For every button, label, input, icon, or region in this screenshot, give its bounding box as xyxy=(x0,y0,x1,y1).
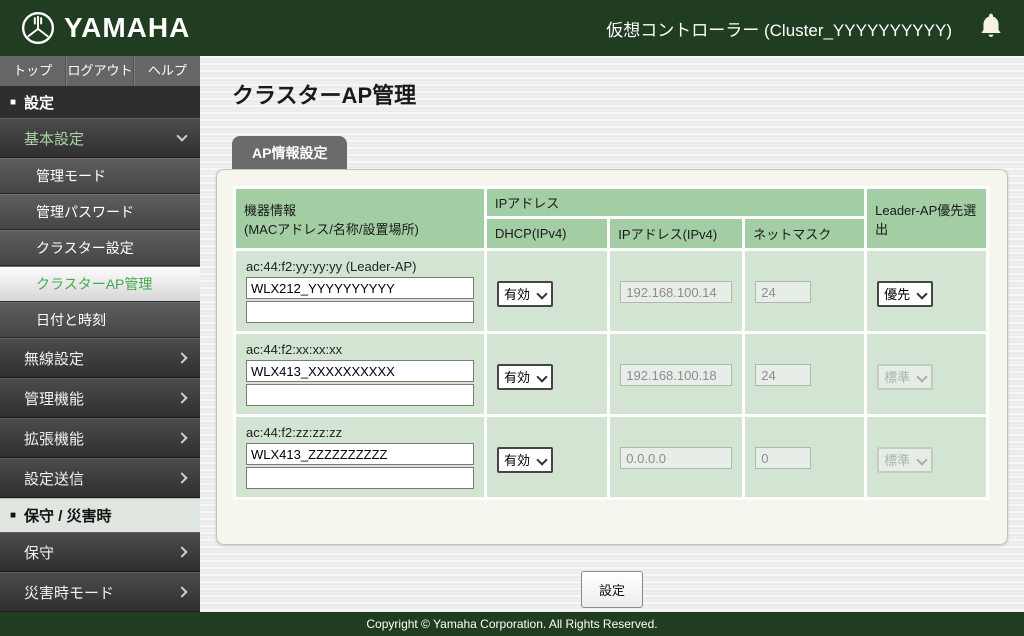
chevron-right-icon xyxy=(176,546,187,557)
ap-mac-label: ac:44:f2:yy:yy:yy (Leader-AP) xyxy=(246,259,474,274)
sidebar-item-management-functions[interactable]: 管理機能 xyxy=(0,378,200,418)
page-title: クラスターAP管理 xyxy=(232,78,1008,110)
ip-address-input-2 xyxy=(620,447,732,469)
netmask-input-2 xyxy=(755,447,811,469)
ap-location-input-2[interactable] xyxy=(246,467,474,489)
ap-location-input-0[interactable] xyxy=(246,301,474,323)
app-header: YAMAHA 仮想コントローラー (Cluster_YYYYYYYYYY) xyxy=(0,0,1024,56)
copyright-text: Copyright © Yamaha Corporation. All Righ… xyxy=(366,617,657,631)
chevron-right-icon xyxy=(176,586,187,597)
ap-table-row: ac:44:f2:yy:yy:yy (Leader-AP) 有効 xyxy=(235,250,988,333)
sidebar-item-wireless-settings[interactable]: 無線設定 xyxy=(0,338,200,378)
ap-table: 機器情報 (MACアドレス/名称/設置場所) IPアドレス Leader-AP優… xyxy=(233,186,989,500)
submit-button[interactable]: 設定 xyxy=(581,571,643,608)
sidebar: トップ ログアウト ヘルプ ■ 設定 基本設定 管理モード 管理パスワード クラ… xyxy=(0,56,200,612)
chevron-right-icon xyxy=(176,432,187,443)
sidebar-section-maintenance-disaster: ■ 保守 / 災害時 xyxy=(0,498,200,532)
leader-priority-select-1: 標準 xyxy=(877,364,933,390)
ap-mac-label: ac:44:f2:zz:zz:zz xyxy=(246,425,474,440)
col-header-netmask: ネットマスク xyxy=(744,218,866,250)
ap-info-panel: 機器情報 (MACアドレス/名称/設置場所) IPアドレス Leader-AP優… xyxy=(216,169,1008,545)
sidebar-item-config-send[interactable]: 設定送信 xyxy=(0,458,200,498)
sidebar-item-date-time[interactable]: 日付と時刻 xyxy=(0,302,200,338)
col-header-device-info: 機器情報 (MACアドレス/名称/設置場所) xyxy=(235,188,486,250)
brand-wordmark: YAMAHA xyxy=(64,12,190,44)
nav-tab-help[interactable]: ヘルプ xyxy=(134,56,200,86)
chevron-right-icon xyxy=(176,472,187,483)
sidebar-item-cluster-settings[interactable]: クラスター設定 xyxy=(0,230,200,266)
col-header-leader-ap: Leader-AP優先選出 xyxy=(866,188,988,250)
page: YAMAHA 仮想コントローラー (Cluster_YYYYYYYYYY) トッ… xyxy=(0,0,1024,636)
leader-priority-select-0[interactable]: 優先 xyxy=(877,281,933,307)
netmask-input-0 xyxy=(755,281,811,303)
ap-table-row: ac:44:f2:xx:xx:xx 有効 xyxy=(235,333,988,416)
tab-ap-info-settings[interactable]: AP情報設定 xyxy=(232,136,347,169)
chevron-right-icon xyxy=(176,352,187,363)
controller-title: 仮想コントローラー (Cluster_YYYYYYYYYY) xyxy=(606,16,952,41)
ap-mac-label: ac:44:f2:xx:xx:xx xyxy=(246,342,474,357)
col-header-ip: IPアドレス(IPv4) xyxy=(609,218,744,250)
dhcp-select-0[interactable]: 有効 xyxy=(497,281,553,307)
ap-name-input-2[interactable] xyxy=(246,443,474,465)
sidebar-item-maintenance[interactable]: 保守 xyxy=(0,532,200,572)
dhcp-select-2[interactable]: 有効 xyxy=(497,447,553,473)
nav-tab-logout[interactable]: ログアウト xyxy=(66,56,133,86)
ap-name-input-1[interactable] xyxy=(246,360,474,382)
chevron-down-icon xyxy=(176,130,187,141)
nav-tab-top[interactable]: トップ xyxy=(0,56,66,86)
sidebar-item-management-mode[interactable]: 管理モード xyxy=(0,158,200,194)
yamaha-tuning-forks-icon xyxy=(20,10,56,46)
footer: Copyright © Yamaha Corporation. All Righ… xyxy=(0,612,1024,636)
ap-location-input-1[interactable] xyxy=(246,384,474,406)
yamaha-logo: YAMAHA xyxy=(20,10,190,46)
chevron-right-icon xyxy=(176,392,187,403)
leader-priority-select-2: 標準 xyxy=(877,447,933,473)
sidebar-item-disaster-mode[interactable]: 災害時モード xyxy=(0,572,200,612)
col-header-dhcp: DHCP(IPv4) xyxy=(486,218,609,250)
ap-name-input-0[interactable] xyxy=(246,277,474,299)
sidebar-nav-tabs: トップ ログアウト ヘルプ xyxy=(0,56,200,86)
notification-bell-icon[interactable] xyxy=(978,12,1004,45)
sidebar-item-admin-password[interactable]: 管理パスワード xyxy=(0,194,200,230)
dhcp-select-1[interactable]: 有効 xyxy=(497,364,553,390)
ip-address-input-1 xyxy=(620,364,732,386)
main-content: クラスターAP管理 AP情報設定 機器情報 (MACアドレス/名称/設置場所) … xyxy=(200,56,1024,612)
sidebar-item-cluster-ap-management[interactable]: クラスターAP管理 xyxy=(0,266,200,302)
ip-address-input-0 xyxy=(620,281,732,303)
sidebar-section-settings: ■ 設定 xyxy=(0,86,200,118)
sidebar-item-extended-functions[interactable]: 拡張機能 xyxy=(0,418,200,458)
ap-table-row: ac:44:f2:zz:zz:zz 有効 xyxy=(235,416,988,499)
square-bullet-icon: ■ xyxy=(10,510,16,521)
square-bullet-icon: ■ xyxy=(10,97,16,108)
col-header-ip-group: IPアドレス xyxy=(486,188,866,218)
netmask-input-1 xyxy=(755,364,811,386)
sidebar-item-basic-settings[interactable]: 基本設定 xyxy=(0,118,200,158)
